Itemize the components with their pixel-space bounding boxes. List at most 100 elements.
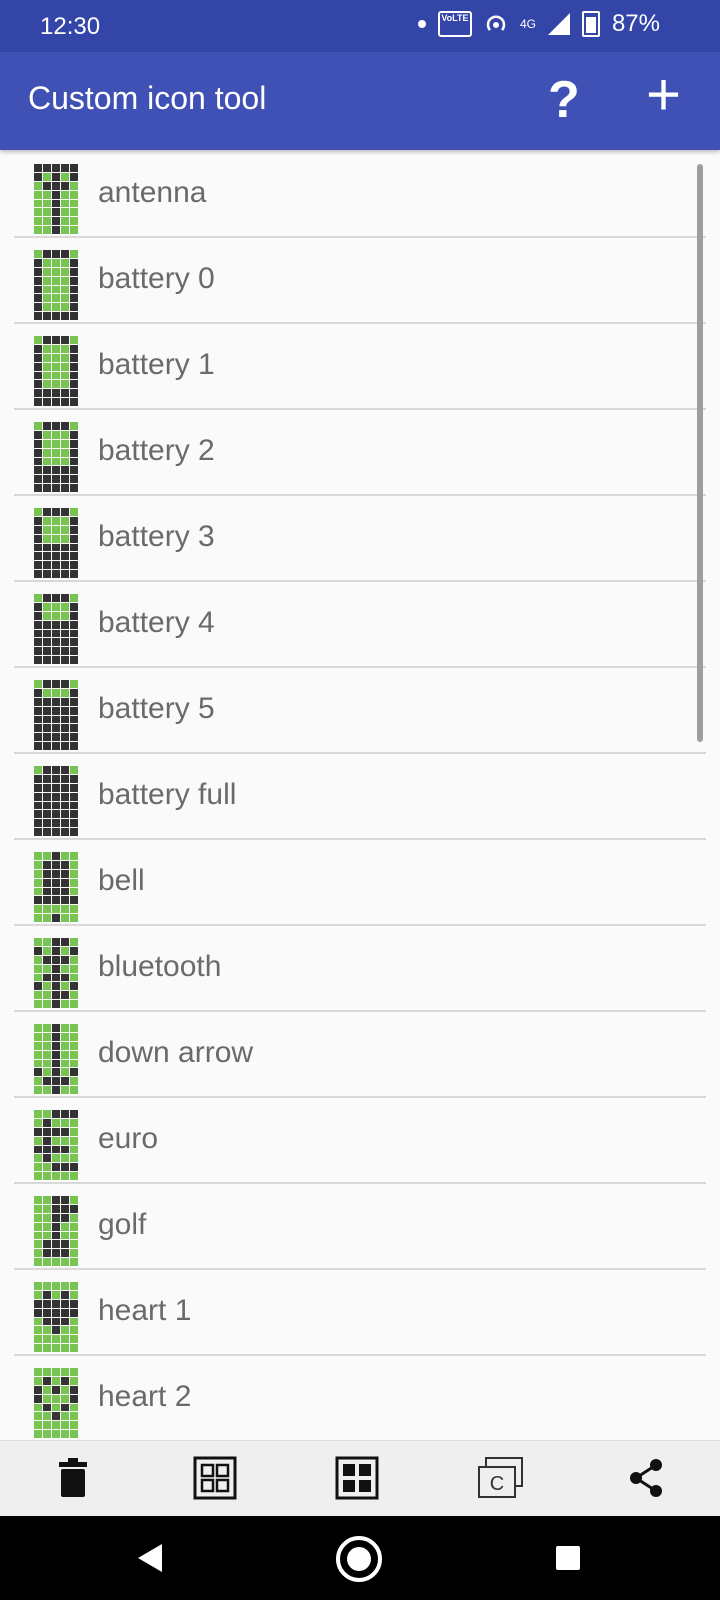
pixel-cell: [34, 389, 42, 398]
pixel-cell: [70, 905, 78, 914]
pixel-cell: [43, 810, 51, 819]
grid-outline-button[interactable]: [192, 1455, 238, 1501]
list-item[interactable]: battery 5: [14, 668, 706, 754]
pixel-cell: [70, 362, 78, 371]
list-item[interactable]: battery 1: [14, 324, 706, 410]
pixel-cell: [43, 860, 51, 869]
pixel-cell: [70, 172, 78, 181]
pixel-icon: [34, 1110, 78, 1180]
pixel-cell: [52, 896, 60, 905]
pixel-cell: [43, 819, 51, 828]
pixel-cell: [61, 766, 69, 774]
pixel-cell: [52, 258, 60, 267]
pixel-cell: [34, 611, 42, 620]
list-item[interactable]: antenna: [14, 152, 706, 238]
add-button[interactable]: +: [646, 60, 681, 129]
list-item[interactable]: bell: [14, 840, 706, 926]
pixel-cell: [70, 1145, 78, 1154]
pixel-cell: [70, 878, 78, 887]
delete-button[interactable]: [50, 1455, 96, 1501]
pixel-cell: [52, 594, 60, 602]
pixel-cell: [43, 371, 51, 380]
pixel-cell: [43, 706, 51, 715]
pixel-cell: [70, 647, 78, 656]
pixel-cell: [34, 336, 42, 344]
pixel-cell: [52, 164, 60, 172]
pixel-cell: [43, 267, 51, 276]
pixel-cell: [61, 439, 69, 448]
pixel-cell: [43, 1282, 51, 1290]
pixel-cell: [70, 896, 78, 905]
list-item[interactable]: battery 4: [14, 582, 706, 668]
list-item[interactable]: battery 2: [14, 410, 706, 496]
pixel-cell: [43, 422, 51, 430]
pixel-cell: [52, 380, 60, 389]
pixel-cell: [70, 1403, 78, 1412]
list-item[interactable]: euro: [14, 1098, 706, 1184]
pixel-cell: [43, 398, 51, 406]
pixel-cell: [70, 466, 78, 475]
pixel-cell: [70, 1258, 78, 1266]
pixel-cell: [52, 1136, 60, 1145]
pixel-cell: [52, 991, 60, 1000]
pixel-cell: [70, 267, 78, 276]
pixel-cell: [52, 680, 60, 688]
list-item[interactable]: bluetooth: [14, 926, 706, 1012]
home-icon[interactable]: [334, 1534, 384, 1584]
list-item-label: antenna: [98, 176, 207, 209]
pixel-cell: [61, 697, 69, 706]
pixel-cell: [52, 1335, 60, 1344]
pixel-cell: [52, 1041, 60, 1050]
pixel-cell: [70, 887, 78, 896]
pixel-cell: [52, 398, 60, 406]
volte-icon: VoLTE: [437, 11, 472, 37]
list-item[interactable]: heart 2: [14, 1356, 706, 1440]
list-item[interactable]: down arrow: [14, 1012, 706, 1098]
pixel-cell: [43, 887, 51, 896]
list-item-label: bluetooth: [98, 950, 222, 983]
pixel-cell: [61, 1118, 69, 1127]
scrollbar[interactable]: [697, 164, 703, 742]
share-button[interactable]: [624, 1455, 670, 1501]
pixel-icon: [34, 938, 78, 1008]
pixel-cell: [43, 1231, 51, 1240]
pixel-cell: [34, 208, 42, 217]
pixel-cell: [70, 534, 78, 543]
pixel-cell: [34, 164, 42, 172]
pixel-cell: [61, 172, 69, 181]
list-item[interactable]: heart 1: [14, 1270, 706, 1356]
pixel-cell: [61, 516, 69, 525]
pixel-cell: [52, 1344, 60, 1352]
help-button[interactable]: ?: [548, 70, 580, 130]
copy-button[interactable]: C: [476, 1455, 523, 1501]
pixel-cell: [70, 766, 78, 774]
pixel-cell: [34, 742, 42, 750]
pixel-cell: [34, 267, 42, 276]
pixel-cell: [61, 475, 69, 484]
pixel-cell: [70, 525, 78, 534]
pixel-cell: [52, 1213, 60, 1222]
list-item[interactable]: battery 3: [14, 496, 706, 582]
pixel-cell: [34, 680, 42, 688]
pixel-cell: [52, 810, 60, 819]
recents-icon[interactable]: [554, 1544, 582, 1572]
grid-filled-button[interactable]: [334, 1455, 380, 1501]
pixel-cell: [61, 1317, 69, 1326]
pixel-cell: [52, 484, 60, 492]
pixel-cell: [34, 860, 42, 869]
back-icon[interactable]: [134, 1542, 164, 1574]
pixel-cell: [70, 594, 78, 602]
pixel-cell: [70, 484, 78, 492]
pixel-icon: [34, 1196, 78, 1266]
icon-list[interactable]: antenna battery 0 battery 1 battery 2 batter…: [0, 152, 720, 1440]
list-item[interactable]: battery 0: [14, 238, 706, 324]
pixel-cell: [52, 792, 60, 801]
pixel-cell: [61, 620, 69, 629]
list-item[interactable]: golf: [14, 1184, 706, 1270]
list-item-label: battery 0: [98, 262, 215, 295]
pixel-cell: [61, 534, 69, 543]
pixel-cell: [34, 656, 42, 664]
pixel-cell: [43, 430, 51, 439]
pixel-cell: [34, 312, 42, 320]
list-item[interactable]: battery full: [14, 754, 706, 840]
